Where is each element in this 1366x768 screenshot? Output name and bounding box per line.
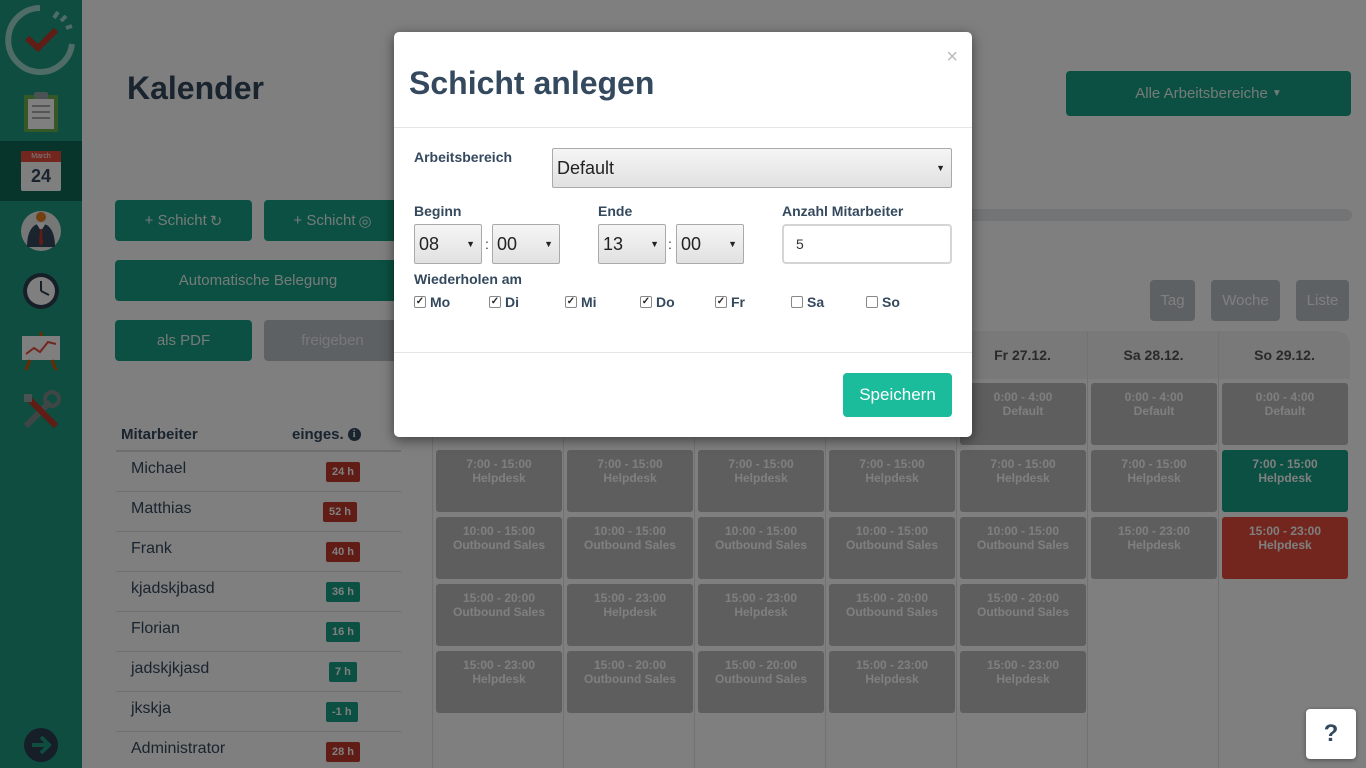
time-separator: : (485, 236, 489, 252)
start-label: Beginn (414, 203, 462, 219)
repeat-day-fr[interactable]: ✓ Fr (715, 294, 745, 310)
repeat-day-label: Mi (581, 294, 597, 310)
repeat-day-label: Mo (430, 294, 451, 310)
select-arrow-icon: ▼ (466, 239, 475, 249)
repeat-day-label: So (882, 294, 900, 310)
app: March 24 (0, 0, 1366, 768)
checkbox[interactable] (866, 296, 878, 308)
start-hour-value: 08 (419, 233, 440, 254)
checkbox[interactable] (791, 296, 803, 308)
end-minute-value: 00 (681, 233, 702, 254)
repeat-day-so[interactable]: So (866, 294, 900, 310)
select-arrow-icon: ▼ (544, 239, 553, 249)
repeat-label: Wiederholen am (414, 271, 523, 287)
start-minute-value: 00 (497, 233, 518, 254)
end-label: Ende (598, 203, 633, 219)
area-select[interactable]: Default ▼ (552, 148, 952, 188)
end-minute-select[interactable]: 00 ▼ (676, 224, 744, 264)
select-arrow-icon: ▼ (728, 239, 737, 249)
area-label: Arbeitsbereich (414, 149, 513, 165)
repeat-day-label: Fr (731, 294, 745, 310)
divider (394, 127, 972, 128)
repeat-day-di[interactable]: ✓ Di (489, 294, 519, 310)
checkbox[interactable]: ✓ (565, 296, 577, 308)
time-separator: : (668, 236, 672, 252)
repeat-day-label: Sa (807, 294, 825, 310)
start-hour-select[interactable]: 08 ▼ (414, 224, 482, 264)
repeat-day-mo[interactable]: ✓ Mo (414, 294, 450, 310)
close-icon[interactable]: × (946, 46, 958, 69)
repeat-day-label: Do (656, 294, 675, 310)
count-label: Anzahl Mitarbeiter (782, 203, 904, 219)
repeat-day-mi[interactable]: ✓ Mi (565, 294, 597, 310)
select-arrow-icon: ▼ (650, 239, 659, 249)
area-select-value: Default (557, 157, 615, 178)
repeat-day-sa[interactable]: Sa (791, 294, 824, 310)
checkbox[interactable]: ✓ (414, 296, 426, 308)
repeat-day-label: Di (505, 294, 519, 310)
start-minute-select[interactable]: 00 ▼ (492, 224, 560, 264)
checkbox[interactable]: ✓ (715, 296, 727, 308)
employee-count-input[interactable]: 5 (782, 224, 952, 264)
help-button[interactable]: ? (1306, 709, 1356, 759)
save-button[interactable]: Speichern (843, 373, 952, 417)
create-shift-dialog: Schicht anlegen × Arbeitsbereich Default… (394, 32, 972, 437)
select-arrow-icon: ▼ (936, 163, 945, 173)
end-hour-value: 13 (603, 233, 624, 254)
checkbox[interactable]: ✓ (640, 296, 652, 308)
dialog-title: Schicht anlegen (409, 65, 655, 101)
divider (394, 352, 972, 353)
checkbox[interactable]: ✓ (489, 296, 501, 308)
end-hour-select[interactable]: 13 ▼ (598, 224, 666, 264)
repeat-day-do[interactable]: ✓ Do (640, 294, 675, 310)
